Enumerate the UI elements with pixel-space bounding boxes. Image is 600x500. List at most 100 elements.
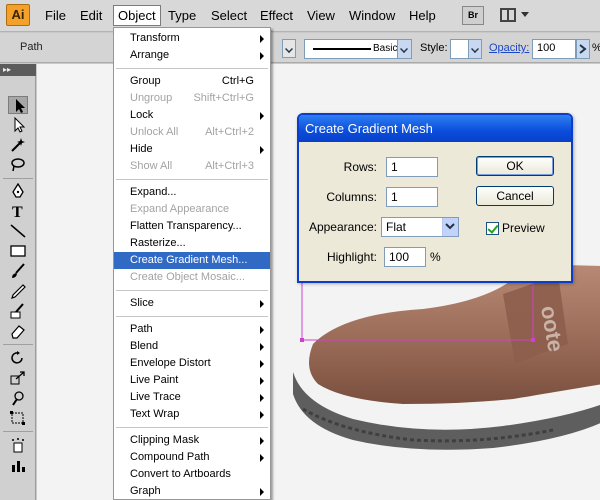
menu-type[interactable]: Type [164,5,200,26]
menu-item-expand[interactable]: Expand... [114,184,270,201]
rotate-tool[interactable] [8,349,28,367]
free-transform-tool[interactable] [8,409,28,427]
create-gradient-mesh-dialog: Create Gradient Mesh Rows: 1 Columns: 1 … [297,113,573,283]
style-dropdown-arrow[interactable] [468,40,481,58]
paintbrush-tool[interactable] [8,262,28,280]
appearance-select[interactable]: Flat [381,217,459,237]
lasso-tool[interactable] [8,156,28,174]
menu-item-lock[interactable]: Lock [114,107,270,124]
direct-selection-tool-icon [14,117,26,133]
preview-checkbox[interactable] [486,222,499,235]
line-tool[interactable] [8,222,28,240]
menu-item-clipping-mask[interactable]: Clipping Mask [114,432,270,449]
selection-tool[interactable] [8,96,28,114]
rotate-tool-icon [11,351,23,364]
rows-input[interactable]: 1 [386,157,438,177]
eraser-tool[interactable] [8,322,28,340]
menu-item-group[interactable]: Group Ctrl+G [114,73,270,90]
menu-item-create-gradient-mesh[interactable]: Create Gradient Mesh... [114,252,270,269]
menu-edit[interactable]: Edit [76,5,106,26]
submenu-arrow-icon [260,437,264,445]
menu-view[interactable]: View [303,5,339,26]
menu-item-convert-to-artboards[interactable]: Convert to Artboards [114,466,270,483]
brush-definition-dropdown[interactable]: Basic [304,39,412,59]
preview-label[interactable]: Preview [502,221,545,235]
menu-select[interactable]: Select [207,5,251,26]
menu-help[interactable]: Help [405,5,440,26]
menu-item-label: Arrange [130,49,170,61]
opacity-label[interactable]: Opacity: [489,42,529,54]
menu-effect[interactable]: Effect [256,5,297,26]
chevron-down-icon [521,12,529,17]
opacity-slider-button[interactable] [576,39,590,59]
symbol-sprayer-tool[interactable] [8,436,28,454]
magic-wand-tool[interactable] [8,136,28,154]
menu-item-label: Rasterize... [130,237,186,249]
appearance-dropdown-arrow[interactable] [442,218,458,236]
submenu-arrow-icon [260,35,264,43]
blob-brush-tool[interactable] [8,302,28,320]
menu-item-text-wrap[interactable]: Text Wrap [114,406,270,423]
menu-item-live-trace[interactable]: Live Trace [114,389,270,406]
graphic-style-dropdown[interactable] [450,39,482,59]
ok-button[interactable]: OK [476,156,554,176]
chevron-right-icon [579,44,587,54]
menu-item-label: Ungroup [130,92,173,104]
chevron-down-icon [445,223,455,230]
warp-tool[interactable] [8,389,28,407]
blob-brush-icon [10,303,24,319]
rectangle-tool-icon [10,245,26,257]
cancel-button[interactable]: Cancel [476,186,554,206]
submenu-arrow-icon [260,52,264,60]
brush-stroke-preview [313,48,371,50]
menu-item-transform[interactable]: Transform [114,30,270,47]
tools-panel-collapse[interactable]: ▸▸ [0,64,36,76]
graph-tool[interactable] [8,456,28,474]
selection-tool-icon [16,99,25,113]
pen-tool[interactable] [8,182,28,200]
menu-item-label: Convert to Artboards [130,468,231,480]
menu-item-envelope-distort[interactable]: Envelope Distort [114,355,270,372]
menu-item-blend[interactable]: Blend [114,338,270,355]
menu-item-path[interactable]: Path [114,321,270,338]
menu-item-label: Show All [130,160,173,172]
menu-item-flatten-transparency[interactable]: Flatten Transparency... [114,218,270,235]
menu-item-ungroup: Ungroup Shift+Ctrl+G [114,90,270,107]
direct-selection-tool[interactable] [8,116,28,134]
bridge-button[interactable]: Br [462,6,484,25]
menu-item-label: Graph [130,485,161,497]
menu-file[interactable]: File [41,5,70,26]
opacity-input[interactable]: 100 [532,39,576,59]
menu-item-label: Path [130,323,153,335]
columns-input[interactable]: 1 [386,187,438,207]
appearance-value: Flat [386,220,407,234]
pencil-tool[interactable] [8,282,28,300]
menu-item-slice[interactable]: Slice [114,295,270,312]
app-logo: Ai [6,4,30,26]
menu-window[interactable]: Window [345,5,399,26]
menu-item-hide[interactable]: Hide [114,141,270,158]
svg-text:T: T [12,204,23,219]
stroke-weight-dropdown[interactable] [282,39,296,58]
menu-item-label: Envelope Distort [130,357,211,369]
menu-item-live-paint[interactable]: Live Paint [114,372,270,389]
menu-item-arrange[interactable]: Arrange [114,47,270,64]
menu-item-rasterize[interactable]: Rasterize... [114,235,270,252]
menu-item-label: Transform [130,32,180,44]
chevron-down-icon [285,45,293,53]
submenu-arrow-icon [260,394,264,402]
highlight-input[interactable]: 100 [384,247,426,267]
type-tool[interactable]: T [8,202,28,220]
menu-item-compound-path[interactable]: Compound Path [114,449,270,466]
pencil-icon [11,284,26,299]
menu-item-label: Expand Appearance [130,203,230,215]
dialog-title[interactable]: Create Gradient Mesh [299,115,571,142]
scale-tool[interactable] [8,369,28,387]
menu-item-graph[interactable]: Graph [114,483,270,500]
free-transform-icon [10,411,25,425]
menu-object[interactable]: Object [113,5,161,26]
rectangle-tool[interactable] [8,242,28,260]
brush-dropdown-arrow[interactable] [397,40,411,58]
workspace-switcher[interactable] [498,6,532,25]
menu-item-label: Lock [130,109,154,121]
